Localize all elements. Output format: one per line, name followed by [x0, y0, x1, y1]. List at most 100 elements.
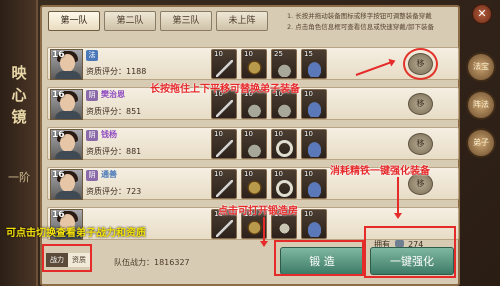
equipment-slot[interactable]: 25: [271, 49, 297, 79]
boots-icon: [306, 180, 323, 197]
avatar[interactable]: 16: [50, 49, 83, 80]
equip-level: 10: [304, 130, 313, 138]
equipment-slot[interactable]: 10: [241, 49, 267, 79]
disciple-name: 钱杨: [101, 130, 117, 139]
highlight-box: [42, 244, 92, 272]
formation-icon[interactable]: 阵法: [466, 90, 496, 120]
disciple-row[interactable]: 16 阴 钱杨 资质评分：881 10 10 10 10 移: [47, 127, 459, 160]
equipment-slot[interactable]: 10: [301, 209, 327, 239]
tab-team-3[interactable]: 第三队: [160, 11, 212, 31]
avatar[interactable]: 16: [50, 169, 83, 200]
highlight-box: [274, 240, 364, 276]
school-badge: 阴: [86, 90, 98, 101]
instruction-line: 2. 点击角色信息框可查看信息或快速穿戴/卸下装备: [287, 23, 434, 31]
school-badge: 阴: [86, 170, 98, 181]
tab-team-1[interactable]: 第一队: [48, 11, 100, 31]
level-badge: 16: [52, 50, 65, 60]
annotation-toggle: 可点击切换查看弟子战力和资质: [6, 228, 146, 239]
equip-level: 10: [274, 130, 283, 138]
equip-level: 15: [304, 50, 313, 58]
rope-icon: [276, 180, 293, 197]
avatar-body: [55, 111, 81, 119]
equipment-slot[interactable]: 10: [211, 49, 237, 79]
helmet-icon: [246, 100, 263, 117]
equip-level: 10: [214, 170, 223, 178]
move-button[interactable]: 移: [408, 93, 433, 115]
annotation-drag: 长按拖住上下平移可替换弟子装备: [150, 84, 300, 95]
aptitude-score: 资质评分：881: [86, 147, 142, 156]
disciple-name: 通善: [101, 170, 117, 179]
sword-icon: [216, 140, 233, 157]
equipment-slot[interactable]: 10: [211, 169, 237, 199]
sword-icon: [216, 220, 233, 237]
mirror-stage: 一阶: [8, 171, 30, 184]
mirror-title-bar: 映心镜 一阶: [0, 0, 38, 286]
equipment-slot[interactable]: 10: [271, 129, 297, 159]
equip-level: 10: [244, 170, 253, 178]
equipment-slot[interactable]: 10: [241, 169, 267, 199]
treasure-icon[interactable]: 法宝: [466, 52, 496, 82]
annotation-arrow: [397, 177, 399, 217]
equip-level: 10: [244, 130, 253, 138]
equipment-slot[interactable]: 10: [301, 89, 327, 119]
helmet-icon: [276, 60, 293, 77]
rope-icon: [276, 140, 293, 157]
helmet-icon: [246, 140, 263, 157]
level-badge: 16: [52, 90, 65, 100]
equip-level: 10: [214, 50, 223, 58]
level-badge: 16: [52, 130, 65, 140]
equip-level: 10: [214, 130, 223, 138]
tab-not-deployed[interactable]: 未上阵: [216, 11, 268, 31]
mirror-title: 映心镜: [11, 64, 27, 126]
screen: 映心镜 一阶 第一队 第二队 第三队 未上阵 1. 长按并拖动装备图标或移字按钮…: [0, 0, 500, 286]
team-power: 队伍战力：1816327: [114, 258, 190, 267]
equipment-slot[interactable]: 10: [211, 129, 237, 159]
tab-team-2[interactable]: 第二队: [104, 11, 156, 31]
equip-level: 10: [244, 50, 253, 58]
instructions: 1. 长按并拖动装备图标或移字按钮可调整装备穿戴 2. 点击角色信息框可查看信息…: [287, 11, 462, 33]
level-badge: 16: [52, 210, 65, 220]
level-badge: 16: [52, 170, 65, 180]
annotation-forge: 点击可打开锻造房: [218, 206, 298, 217]
instruction-line: 1. 长按并拖动装备图标或移字按钮可调整装备穿戴: [287, 12, 432, 20]
equip-level: 10: [304, 170, 313, 178]
armor-icon: [246, 220, 263, 237]
boots-icon: [306, 220, 323, 237]
boots-icon: [306, 60, 323, 77]
school-badge: 法: [86, 50, 98, 61]
close-icon[interactable]: ✕: [472, 4, 492, 24]
equipment-slot[interactable]: 10: [271, 169, 297, 199]
equip-level: 10: [274, 170, 283, 178]
avatar[interactable]: 16: [50, 129, 83, 160]
equip-level: 10: [304, 90, 313, 98]
armor-icon: [246, 60, 263, 77]
highlight-box: [364, 226, 456, 278]
helmet-icon: [276, 100, 293, 117]
equipment-slot[interactable]: 10: [301, 129, 327, 159]
sword-icon: [216, 100, 233, 117]
annotation-arrow: [263, 217, 265, 245]
equip-level: 25: [274, 50, 283, 58]
armor-icon: [246, 180, 263, 197]
avatar-body: [55, 191, 81, 199]
move-button[interactable]: 移: [403, 48, 438, 80]
stone-icon: [276, 220, 293, 237]
disciple-name: 樊治恩: [101, 90, 125, 99]
aptitude-score: 资质评分：851: [86, 107, 142, 116]
equip-level: 10: [304, 210, 313, 218]
avatar-body: [55, 71, 81, 79]
avatar-body: [55, 151, 81, 159]
annotation-strengthen: 消耗精铁一键强化装备: [330, 166, 430, 177]
disciple-icon[interactable]: 弟子: [466, 128, 496, 158]
school-badge: 阴: [86, 130, 98, 141]
avatar[interactable]: 16: [50, 89, 83, 120]
sword-icon: [216, 180, 233, 197]
disciple-row[interactable]: 16 法 资质评分：1188 10 10 25 15 移: [47, 47, 459, 80]
sword-icon: [216, 60, 233, 77]
equipment-slot[interactable]: 15: [301, 49, 327, 79]
equipment-slot[interactable]: 10: [241, 129, 267, 159]
boots-icon: [306, 100, 323, 117]
move-button[interactable]: 移: [408, 133, 433, 155]
equipment-slot[interactable]: 10: [301, 169, 327, 199]
boots-icon: [306, 140, 323, 157]
